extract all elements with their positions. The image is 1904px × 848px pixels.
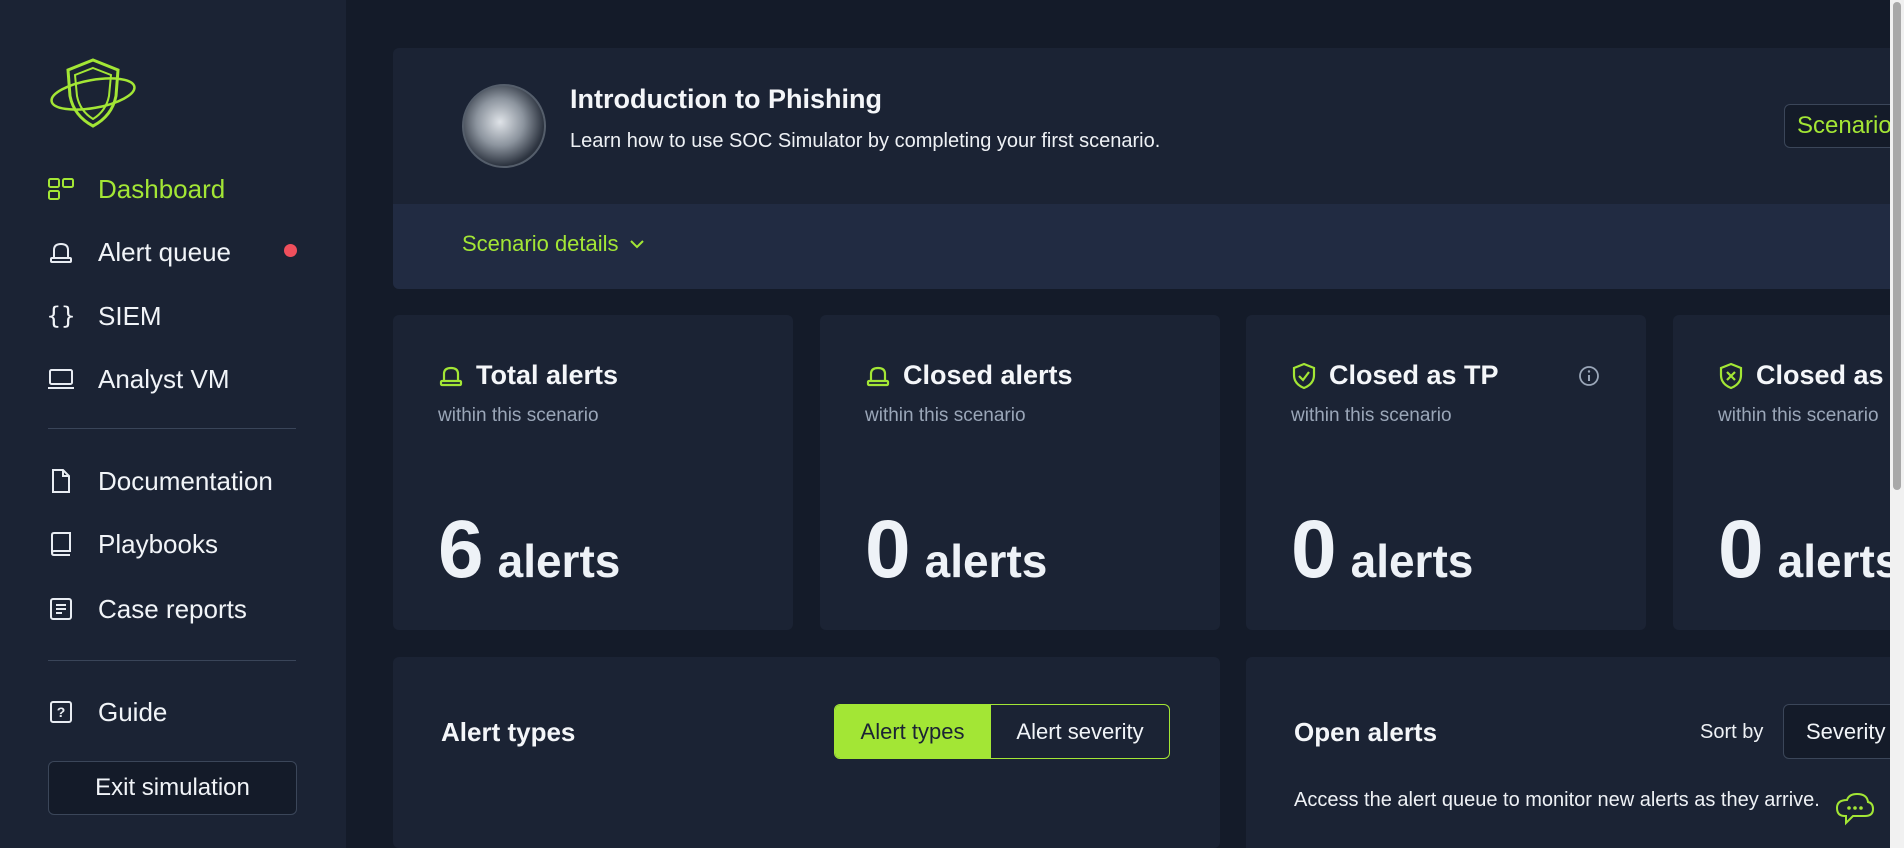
stat-card-closed-as-tp: Closed as TP within this scenario 0 aler… bbox=[1246, 315, 1646, 630]
open-alerts-title: Open alerts bbox=[1294, 717, 1438, 747]
stat-unit: alerts bbox=[497, 535, 621, 587]
chart-view-toggle: Alert types Alert severity bbox=[834, 704, 1170, 759]
stat-unit: alerts bbox=[924, 535, 1048, 587]
shield-x-icon bbox=[1719, 362, 1743, 389]
svg-text:?: ? bbox=[57, 704, 66, 720]
stat-value: 0 bbox=[1718, 504, 1764, 595]
shield-logo-icon bbox=[50, 58, 136, 128]
stat-subtitle: within this scenario bbox=[1291, 405, 1452, 426]
chat-assistant-icon[interactable] bbox=[1835, 792, 1875, 828]
scenario-subtitle: Learn how to use SOC Simulator by comple… bbox=[570, 130, 1161, 152]
page-scrollbar[interactable] bbox=[1890, 0, 1904, 848]
document-icon bbox=[46, 466, 76, 496]
question-icon: ? bbox=[46, 697, 76, 727]
stat-title: Total alerts bbox=[476, 360, 619, 390]
stat-subtitle: within this scenario bbox=[1718, 405, 1879, 426]
nav-playbooks[interactable]: Playbooks bbox=[46, 524, 218, 564]
scenario-button[interactable]: Scenario bbox=[1784, 104, 1904, 148]
shield-check-icon bbox=[1292, 362, 1316, 389]
open-alerts-description: Access the alert queue to monitor new al… bbox=[1294, 789, 1820, 811]
nav-alert-queue-label: Alert queue bbox=[98, 236, 231, 267]
stat-card-total-alerts: Total alerts within this scenario 6 aler… bbox=[393, 315, 793, 630]
toggle-alert-types[interactable]: Alert types bbox=[835, 705, 990, 758]
info-icon[interactable] bbox=[1578, 365, 1600, 387]
nav-dashboard[interactable]: Dashboard bbox=[46, 169, 225, 209]
stat-card-closed-alerts: Closed alerts within this scenario 0 ale… bbox=[820, 315, 1220, 630]
nav-analyst-vm[interactable]: Analyst VM bbox=[46, 359, 230, 399]
nav-case-reports[interactable]: Case reports bbox=[46, 589, 247, 629]
stat-value: 6 bbox=[438, 504, 484, 595]
chevron-down-icon bbox=[629, 240, 644, 249]
stat-title: Closed as F bbox=[1756, 360, 1904, 390]
stat-subtitle: within this scenario bbox=[438, 405, 599, 426]
scenario-details-label: Scenario details bbox=[462, 231, 619, 256]
toggle-alert-severity[interactable]: Alert severity bbox=[990, 705, 1169, 758]
monitor-icon bbox=[46, 364, 76, 394]
nav-guide-label: Guide bbox=[98, 696, 168, 727]
nav-siem-label: SIEM bbox=[98, 300, 162, 331]
notification-dot bbox=[284, 244, 297, 257]
alert-types-title: Alert types bbox=[441, 717, 576, 747]
alert-types-panel: Alert types Alert types Alert severity bbox=[393, 657, 1220, 848]
sidebar: Dashboard Alert queue {} SIEM Analyst VM… bbox=[0, 0, 346, 848]
exit-simulation-button[interactable]: Exit simulation bbox=[48, 761, 297, 815]
sort-select[interactable]: Severity bbox=[1783, 704, 1903, 759]
stat-value: 0 bbox=[1291, 504, 1337, 595]
scenario-title: Introduction to Phishing bbox=[570, 84, 882, 114]
nav-case-reports-label: Case reports bbox=[98, 593, 247, 624]
braces-icon: {} bbox=[46, 302, 76, 330]
nav-documentation[interactable]: Documentation bbox=[46, 461, 273, 501]
siren-icon bbox=[439, 366, 463, 386]
alert-siren-icon bbox=[46, 237, 76, 267]
nav-siem[interactable]: {} SIEM bbox=[46, 296, 162, 336]
sort-by-label: Sort by bbox=[1700, 721, 1764, 743]
scenario-banner: Introduction to Phishing Learn how to us… bbox=[393, 48, 1904, 289]
nav-dashboard-label: Dashboard bbox=[98, 173, 226, 204]
report-icon bbox=[46, 594, 76, 624]
sidebar-divider bbox=[48, 428, 296, 429]
stat-card-closed-as-fp: Closed as F within this scenario 0 alert… bbox=[1673, 315, 1904, 630]
stat-title: Closed as TP bbox=[1329, 360, 1499, 390]
nav-playbooks-label: Playbooks bbox=[98, 528, 218, 559]
scenario-image bbox=[462, 84, 546, 168]
stat-value: 0 bbox=[865, 504, 911, 595]
book-icon bbox=[46, 529, 76, 559]
sidebar-divider bbox=[48, 660, 296, 661]
nav-guide[interactable]: ? Guide bbox=[46, 692, 167, 732]
scrollbar-thumb[interactable] bbox=[1893, 2, 1901, 490]
stat-title: Closed alerts bbox=[903, 360, 1073, 390]
stat-subtitle: within this scenario bbox=[865, 405, 1026, 426]
nav-analyst-vm-label: Analyst VM bbox=[98, 363, 230, 394]
stat-unit: alerts bbox=[1777, 535, 1901, 587]
scenario-details-toggle[interactable]: Scenario details bbox=[462, 231, 645, 257]
dashboard-icon bbox=[46, 174, 76, 204]
nav-documentation-label: Documentation bbox=[98, 465, 273, 496]
stat-unit: alerts bbox=[1350, 535, 1474, 587]
siren-icon bbox=[866, 366, 890, 386]
open-alerts-panel: Open alerts Sort by Severity Access the … bbox=[1246, 657, 1904, 848]
nav-alert-queue[interactable]: Alert queue bbox=[46, 232, 231, 272]
